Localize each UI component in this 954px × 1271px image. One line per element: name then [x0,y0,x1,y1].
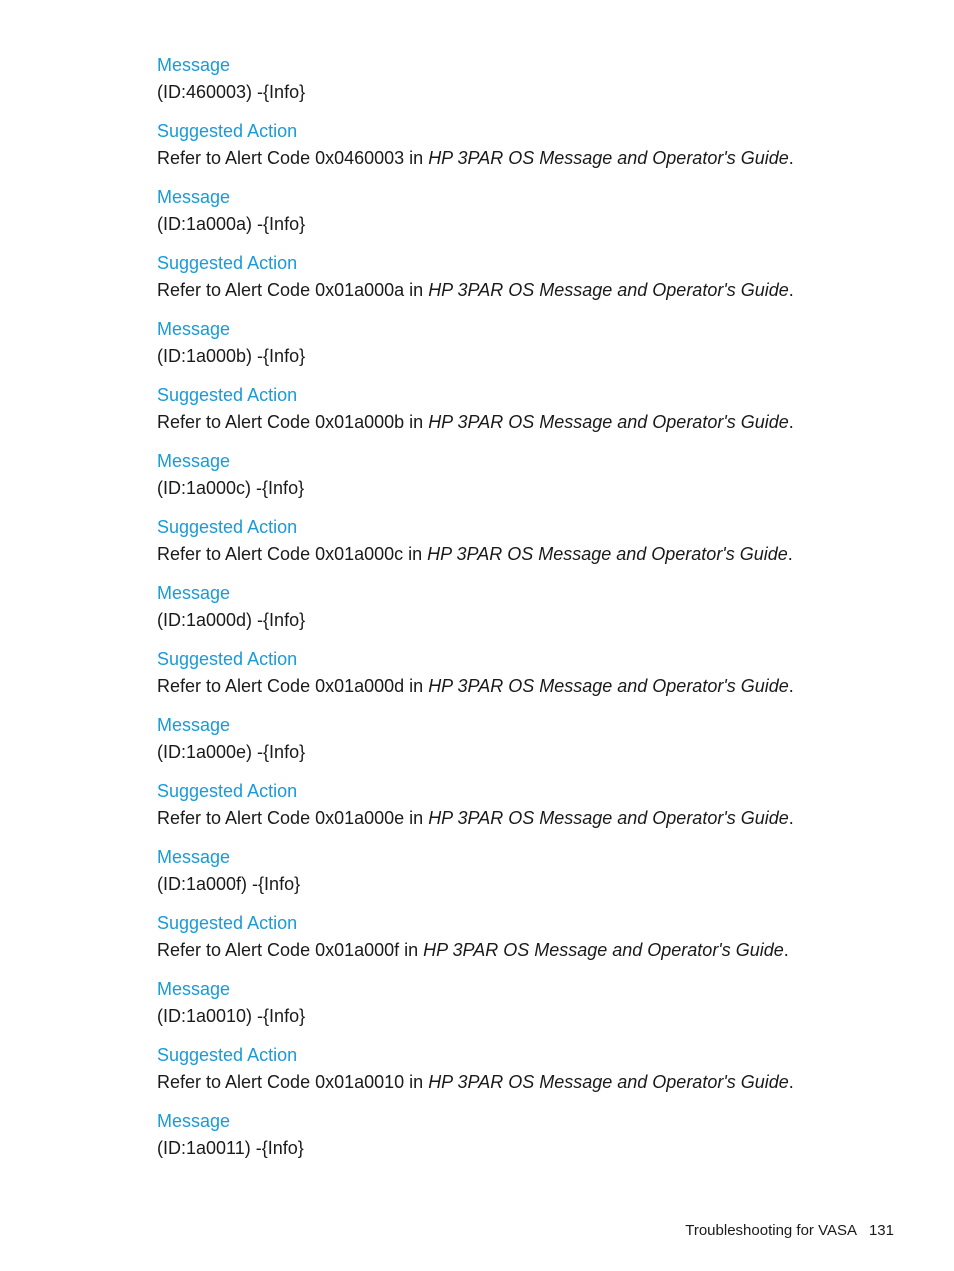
message-text: (ID:1a0011) -{Info} [157,1138,304,1158]
message-text: (ID:1a000e) -{Info} [157,742,306,762]
message-block: Message (ID:460003) -{Info} [157,52,857,118]
message-heading: Message [157,583,231,603]
suggested-action-text: Refer to Alert Code 0x01a000f in HP 3PAR… [157,936,857,964]
message-heading: Message [157,847,231,867]
guide-reference: HP 3PAR OS Message and Operator's Guide [428,676,789,696]
message-text: (ID:460003) -{Info} [157,82,306,102]
message-block: Message (ID:1a000a) -{Info} [157,184,857,250]
guide-reference: HP 3PAR OS Message and Operator's Guide [423,940,784,960]
suggested-action-heading: Suggested Action [157,1045,298,1065]
action-suffix: . [783,940,789,960]
message-block: Message (ID:1a000d) -{Info} [157,580,857,646]
action-prefix: Refer to Alert Code 0x01a0010 in [157,1072,429,1092]
page-number: 131 [868,1222,894,1239]
message-text: (ID:1a000a) -{Info} [157,214,306,234]
action-suffix: . [788,412,794,432]
suggested-action-heading: Suggested Action [157,253,298,273]
guide-reference: HP 3PAR OS Message and Operator's Guide [428,1072,789,1092]
suggested-action-block: Suggested Action Refer to Alert Code 0x01… [157,910,857,976]
action-suffix: . [788,1072,794,1092]
message-block: Message (ID:1a000c) -{Info} [157,448,857,514]
message-block: Message (ID:1a000b) -{Info} [157,316,857,382]
action-prefix: Refer to Alert Code 0x0460003 in [157,148,429,168]
suggested-action-block: Suggested Action Refer to Alert Code 0x01… [157,382,857,448]
action-suffix: . [788,148,794,168]
message-text: (ID:1a000c) -{Info} [157,478,305,498]
action-suffix: . [788,280,794,300]
suggested-action-text: Refer to Alert Code 0x01a000c in HP 3PAR… [157,540,857,568]
suggested-action-text: Refer to Alert Code 0x01a0010 in HP 3PAR… [157,1068,857,1096]
action-prefix: Refer to Alert Code 0x01a000e in [157,808,429,828]
suggested-action-block: Suggested Action Refer to Alert Code 0x04… [157,118,857,184]
message-text: (ID:1a000b) -{Info} [157,346,306,366]
suggested-action-heading: Suggested Action [157,913,298,933]
suggested-action-heading: Suggested Action [157,385,298,405]
document-body: Message (ID:460003) -{Info} Suggested Acti… [157,52,857,1174]
message-heading: Message [157,715,231,735]
suggested-action-text: Refer to Alert Code 0x01a000a in HP 3PAR… [157,276,857,304]
guide-reference: HP 3PAR OS Message and Operator's Guide [428,148,789,168]
message-heading: Message [157,1111,231,1131]
message-heading: Message [157,319,231,339]
message-text: (ID:1a000d) -{Info} [157,610,306,630]
action-prefix: Refer to Alert Code 0x01a000d in [157,676,429,696]
message-block: Message (ID:1a000e) -{Info} [157,712,857,778]
suggested-action-block: Suggested Action Refer to Alert Code 0x01… [157,514,857,580]
suggested-action-block: Suggested Action Refer to Alert Code 0x01… [157,778,857,844]
suggested-action-block: Suggested Action Refer to Alert Code 0x01… [157,646,857,712]
suggested-action-text: Refer to Alert Code 0x01a000d in HP 3PAR… [157,672,857,700]
guide-reference: HP 3PAR OS Message and Operator's Guide [428,808,789,828]
action-suffix: . [787,544,793,564]
message-block: Message (ID:1a000f) -{Info} [157,844,857,910]
action-suffix: . [788,808,794,828]
message-heading: Message [157,451,231,471]
action-suffix: . [788,676,794,696]
action-prefix: Refer to Alert Code 0x01a000b in [157,412,429,432]
suggested-action-heading: Suggested Action [157,517,298,537]
action-prefix: Refer to Alert Code 0x01a000a in [157,280,429,300]
message-block: Message (ID:1a0011) -{Info} [157,1108,857,1174]
message-text: (ID:1a0010) -{Info} [157,1006,306,1026]
suggested-action-heading: Suggested Action [157,121,298,141]
suggested-action-heading: Suggested Action [157,649,298,669]
guide-reference: HP 3PAR OS Message and Operator's Guide [428,280,789,300]
message-block: Message (ID:1a0010) -{Info} [157,976,857,1042]
message-heading: Message [157,187,231,207]
suggested-action-text: Refer to Alert Code 0x01a000b in HP 3PAR… [157,408,857,436]
suggested-action-text: Refer to Alert Code 0x0460003 in HP 3PAR… [157,144,857,172]
suggested-action-text: Refer to Alert Code 0x01a000e in HP 3PAR… [157,804,857,832]
action-prefix: Refer to Alert Code 0x01a000f in [157,940,424,960]
message-heading: Message [157,55,231,75]
suggested-action-block: Suggested Action Refer to Alert Code 0x01… [157,1042,857,1108]
suggested-action-heading: Suggested Action [157,781,298,801]
guide-reference: HP 3PAR OS Message and Operator's Guide [427,544,788,564]
message-text: (ID:1a000f) -{Info} [157,874,301,894]
message-heading: Message [157,979,231,999]
action-prefix: Refer to Alert Code 0x01a000c in [157,544,428,564]
suggested-action-block: Suggested Action Refer to Alert Code 0x01… [157,250,857,316]
footer-section-title: Troubleshooting for VASA [685,1222,857,1239]
guide-reference: HP 3PAR OS Message and Operator's Guide [428,412,789,432]
